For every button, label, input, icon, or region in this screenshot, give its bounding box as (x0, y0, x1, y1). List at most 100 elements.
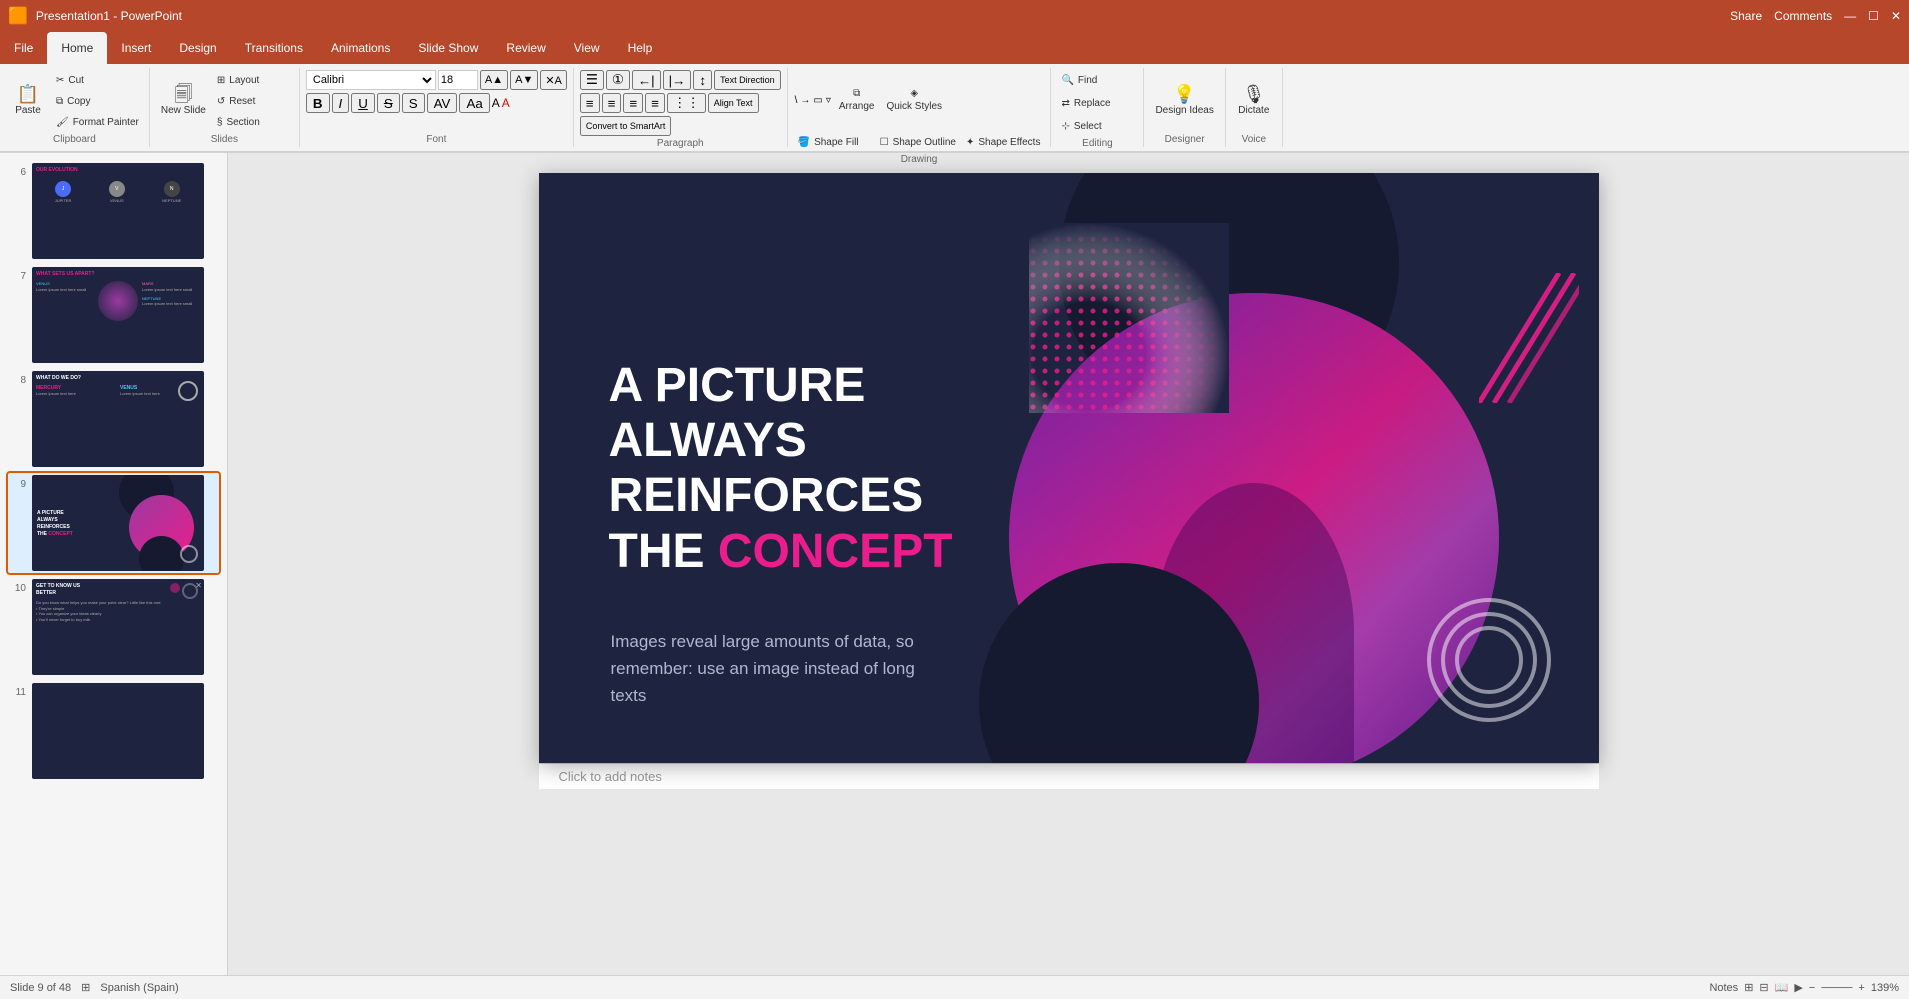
strikethrough-button[interactable]: S (377, 93, 400, 113)
slide-sorter-button[interactable]: ⊟ (1759, 981, 1768, 994)
ribbon: File Home Insert Design Transitions Anim… (0, 32, 1909, 153)
slide-canvas[interactable]: A PICTURE ALWAYS REINFORCES THE CONCEPT … (539, 173, 1599, 763)
replace-button[interactable]: ⇄ Replace (1057, 93, 1137, 113)
cols-button[interactable]: ⋮⋮ (667, 93, 706, 113)
font-group-content: Calibri A▲ A▼ ✕A B I U S S AV Aa A (306, 70, 567, 132)
indent-decrease-button[interactable]: ←| (632, 70, 661, 90)
indent-increase-button[interactable]: |→ (663, 70, 692, 90)
shadow-button[interactable]: S (402, 93, 425, 113)
tab-home[interactable]: Home (47, 32, 107, 64)
notes-area[interactable]: Click to add notes (539, 763, 1599, 789)
line-spacing-button[interactable]: ↕ (693, 70, 712, 90)
clear-formatting-button[interactable]: ✕A (540, 70, 567, 90)
section-button[interactable]: § Section (213, 112, 293, 132)
share-button[interactable]: Share (1730, 9, 1762, 23)
change-case-button[interactable]: Aa (459, 93, 489, 113)
tab-insert[interactable]: Insert (107, 32, 165, 64)
slide-thumb-9[interactable]: 9 A PICTUREALWAYSREINFORCESTHE CONCEPT (8, 473, 219, 573)
shape-outline-button[interactable]: ☐ Shape Outline (876, 132, 960, 152)
slide-thumb-10[interactable]: 10 GET TO KNOW USBETTER Do you know what… (8, 577, 219, 677)
canvas-area[interactable]: A PICTURE ALWAYS REINFORCES THE CONCEPT … (228, 153, 1909, 975)
find-button[interactable]: 🔍 Find (1057, 70, 1137, 90)
font-size-decrease-button[interactable]: A▼ (510, 70, 538, 90)
bullets-button[interactable]: ☰ (580, 70, 604, 90)
title-the: THE (609, 525, 718, 578)
copy-button[interactable]: ⧉ Copy (52, 91, 143, 111)
bold-button[interactable]: B (306, 93, 330, 113)
maximize-button[interactable]: ☐ (1868, 9, 1879, 23)
paste-button[interactable]: 📋 Paste (6, 70, 50, 130)
slide-num-7: 7 (10, 271, 26, 282)
close-button[interactable]: ✕ (1891, 9, 1901, 23)
slide-img-8: WHAT DO WE DO? MERCURY Lorem ipsum text … (32, 371, 204, 467)
highlight-color-button[interactable]: A (492, 96, 500, 110)
align-left-button[interactable]: ≡ (580, 93, 600, 113)
new-slide-button[interactable]: 🗐 New Slide (156, 70, 211, 130)
arrange-button[interactable]: ⧉ Arrange (834, 70, 880, 130)
tab-slideshow[interactable]: Slide Show (404, 32, 492, 64)
minimize-button[interactable]: — (1844, 9, 1856, 23)
align-text-button[interactable]: Align Text (708, 93, 759, 113)
font-name-select[interactable]: Calibri (306, 70, 436, 90)
smartart-button[interactable]: Convert to SmartArt (580, 116, 672, 136)
tab-transitions[interactable]: Transitions (231, 32, 317, 64)
font-size-input[interactable] (438, 70, 478, 90)
slide-thumb-11[interactable]: 11 (8, 681, 219, 781)
dictate-button[interactable]: 🎙 Dictate (1232, 70, 1276, 130)
numbering-button[interactable]: ① (606, 70, 630, 90)
quick-styles-button[interactable]: ◈ Quick Styles (881, 70, 947, 130)
arrange-icon: ⧉ (853, 88, 860, 99)
reading-view-button[interactable]: 📖 (1775, 981, 1789, 994)
slide-panel: 6 OUR EVOLUTION J JUPITER V VENUS (0, 153, 228, 975)
slide-num-10: 10 (10, 583, 26, 594)
shape-effects-button[interactable]: ✦ Shape Effects (962, 132, 1044, 152)
circle-rings (1419, 590, 1559, 733)
slide-num-9: 9 (10, 479, 26, 490)
notes-button[interactable]: Notes (1709, 982, 1738, 994)
tab-review[interactable]: Review (492, 32, 559, 64)
status-bar: Slide 9 of 48 ⊞ Spanish (Spain) Notes ⊞ … (0, 975, 1909, 999)
layout-icon: ⊞ (217, 75, 225, 86)
tab-help[interactable]: Help (614, 32, 667, 64)
shape-rect[interactable]: ▭ (812, 94, 823, 107)
justify-button[interactable]: ≡ (645, 93, 665, 113)
format-painter-button[interactable]: 🖌 Format Painter (52, 112, 143, 132)
align-right-button[interactable]: ≡ (623, 93, 643, 113)
text-direction-button[interactable]: Text Direction (714, 70, 781, 90)
zoom-out-button[interactable]: − (1809, 982, 1815, 994)
quick-styles-icon: ◈ (910, 88, 918, 99)
select-button[interactable]: ⊹ Select (1057, 116, 1137, 136)
slideshow-button[interactable]: ▶ (1794, 981, 1802, 994)
shape-arrow[interactable]: → (799, 94, 811, 107)
slide-thumb-8[interactable]: 8 WHAT DO WE DO? MERCURY Lorem ipsum tex… (8, 369, 219, 469)
reset-button[interactable]: ↺ Reset (213, 91, 293, 111)
tab-design[interactable]: Design (165, 32, 230, 64)
zoom-in-button[interactable]: + (1858, 982, 1864, 994)
cut-button[interactable]: ✂ Cut (52, 70, 143, 90)
shape-effects-icon: ✦ (966, 137, 974, 148)
shape-line[interactable]: \ (794, 94, 799, 107)
design-ideas-button[interactable]: 💡 Design Ideas (1150, 70, 1218, 130)
align-center-button[interactable]: ≡ (602, 93, 622, 113)
zoom-level[interactable]: 139% (1871, 982, 1899, 994)
normal-view-button[interactable]: ⊞ (1744, 981, 1753, 994)
char-spacing-button[interactable]: AV (427, 93, 458, 113)
shape-outline-icon: ☐ (880, 137, 889, 148)
font-size-increase-button[interactable]: A▲ (480, 70, 508, 90)
status-icon-1: ⊞ (81, 981, 90, 994)
slide-thumb-6[interactable]: 6 OUR EVOLUTION J JUPITER V VENUS (8, 161, 219, 261)
layout-button[interactable]: ⊞ Layout (213, 70, 293, 90)
tab-animations[interactable]: Animations (317, 32, 404, 64)
slide-thumb-7[interactable]: 7 WHAT SETS US APART? VENUS Lorem ipsum … (8, 265, 219, 365)
underline-button[interactable]: U (351, 93, 375, 113)
tab-file[interactable]: File (0, 32, 47, 64)
title-line4: THE CONCEPT (609, 524, 953, 579)
tab-view[interactable]: View (560, 32, 614, 64)
shape-fill-button[interactable]: 🪣 Shape Fill (794, 132, 874, 152)
font-color-button[interactable]: A (502, 96, 510, 110)
zoom-slider[interactable]: ──── (1821, 982, 1852, 994)
italic-button[interactable]: I (332, 93, 350, 113)
shape-more[interactable]: ▿ (825, 94, 832, 107)
dots-pattern (1029, 223, 1229, 416)
comments-button[interactable]: Comments (1774, 9, 1832, 23)
